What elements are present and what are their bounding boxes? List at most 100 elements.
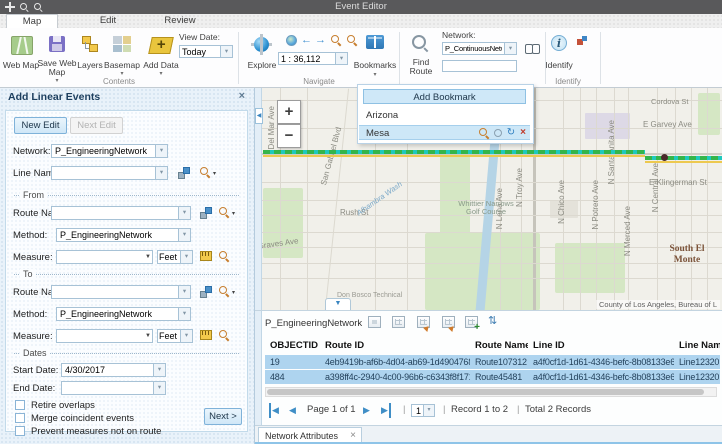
panel-close-icon[interactable]: × (239, 90, 245, 102)
scale-caret-icon[interactable]: ▾ (335, 52, 348, 65)
identify-marker-icon[interactable] (577, 36, 587, 46)
retire-overlaps-checkbox[interactable] (15, 400, 25, 410)
add-bookmark-button[interactable]: Add Bookmark (363, 89, 526, 104)
tab-review[interactable]: Review (152, 14, 208, 28)
collapse-table-handle[interactable]: ▼ (325, 298, 351, 310)
related-tables-icon[interactable] (442, 316, 455, 328)
tab-map[interactable]: Map (6, 14, 58, 28)
add-data-caret-icon[interactable]: ▾ (142, 70, 180, 77)
next-extent-icon[interactable]: → (315, 35, 326, 46)
related-records-icon[interactable] (417, 316, 430, 328)
sort-icon[interactable]: ⇅ (488, 315, 497, 327)
map-zoom-out-icon[interactable] (347, 35, 357, 45)
network-select[interactable] (442, 42, 505, 55)
zoom-to-measure-icon[interactable] (219, 330, 229, 340)
previous-page-button[interactable]: ◀ (289, 403, 296, 417)
bookmark-item-mesa[interactable]: Mesa ↻ × (359, 125, 530, 140)
zoom-options-caret-icon[interactable]: ▾ (232, 289, 235, 296)
measure-caret-icon[interactable]: ▼ (145, 333, 151, 339)
view-date-select[interactable] (179, 45, 221, 58)
add-to-selection-icon[interactable] (465, 316, 478, 328)
network-select[interactable] (51, 144, 156, 158)
tab-edit[interactable]: Edit (84, 14, 132, 28)
horizontal-scrollbar[interactable] (265, 387, 717, 397)
prevent-measures-checkbox[interactable] (15, 426, 25, 436)
update-bookmark-icon[interactable]: ↻ (507, 128, 515, 138)
collapse-panel-handle[interactable]: ◀ (255, 108, 263, 124)
measure-ruler-icon[interactable] (200, 330, 212, 340)
to-unit-select[interactable] (157, 329, 181, 343)
from-unit-caret-icon[interactable]: ▾ (180, 250, 193, 264)
end-date-caret-icon[interactable]: ▾ (153, 381, 166, 395)
to-unit-caret-icon[interactable]: ▾ (180, 329, 193, 343)
binoculars-icon[interactable] (525, 44, 540, 53)
from-method-caret-icon[interactable]: ▾ (178, 228, 191, 242)
end-date-input[interactable] (61, 381, 154, 395)
add-data-icon (148, 37, 174, 54)
next-button[interactable]: Next > (204, 408, 242, 425)
previous-extent-icon[interactable]: ← (301, 35, 312, 46)
column-header[interactable]: Line ID (528, 339, 674, 353)
full-extent-icon[interactable] (286, 35, 297, 46)
table-row[interactable]: 19 4eb9419b-af6b-4d04-ab69-1d490476802b … (265, 355, 720, 369)
to-route-name-input[interactable] (51, 285, 179, 299)
to-method-select[interactable] (56, 307, 179, 321)
column-header[interactable]: Route ID (320, 339, 470, 353)
next-page-button[interactable]: ▶ (363, 403, 370, 417)
route-point-marker[interactable] (661, 154, 668, 161)
to-measure-input[interactable] (56, 329, 153, 343)
basemap-caret-icon[interactable]: ▾ (103, 70, 141, 77)
bookmark-item-arizona[interactable]: Arizona (359, 108, 530, 123)
from-measure-input[interactable] (56, 250, 153, 264)
start-date-caret-icon[interactable]: ▾ (153, 363, 166, 377)
map-zoom-out-button[interactable]: − (277, 124, 301, 148)
column-header[interactable]: Line Name (674, 339, 720, 353)
to-method-caret-icon[interactable]: ▾ (178, 307, 191, 321)
route-underlay (263, 155, 645, 157)
from-route-name-input[interactable] (51, 206, 179, 220)
measure-ruler-icon[interactable] (200, 251, 212, 261)
select-route-on-map-icon[interactable] (200, 286, 212, 297)
first-page-button[interactable]: ◀ (269, 403, 279, 418)
column-header[interactable]: Route Name (470, 339, 528, 353)
start-date-input[interactable] (61, 363, 154, 377)
page-select-caret-icon[interactable]: ▾ (423, 405, 434, 416)
from-route-caret-icon[interactable]: ▾ (178, 206, 191, 220)
page-select[interactable]: 1▾ (411, 404, 435, 417)
new-edit-button[interactable]: New Edit (14, 117, 67, 134)
map-zoom-in-icon[interactable] (331, 35, 341, 45)
zoom-options-caret-icon[interactable]: ▾ (232, 210, 235, 217)
network-caret-icon[interactable]: ▾ (155, 144, 168, 158)
measure-caret-icon[interactable]: ▼ (145, 254, 151, 260)
zoom-to-route-icon[interactable] (219, 286, 229, 296)
zoom-options-caret-icon[interactable]: ▾ (213, 170, 216, 177)
line-name-caret-icon[interactable]: ▾ (155, 166, 168, 180)
delete-bookmark-icon[interactable]: × (520, 128, 526, 138)
pan-to-bookmark-icon[interactable] (494, 129, 502, 137)
selected-route-line[interactable] (263, 150, 645, 154)
scale-input[interactable] (278, 52, 336, 65)
table-row[interactable]: 484 a398ff4c-2940-4c00-96b6-c6343f8f1711… (265, 370, 720, 384)
map-zoom-in-button[interactable]: + (277, 100, 301, 124)
scrollbar-thumb[interactable] (267, 389, 704, 395)
next-edit-button[interactable]: Next Edit (70, 117, 123, 134)
table-options-icon[interactable] (368, 316, 381, 328)
merge-coincident-checkbox[interactable] (15, 413, 25, 423)
select-line-on-map-icon[interactable] (178, 167, 190, 178)
zoom-to-bookmark-icon[interactable] (479, 128, 489, 138)
network-caret-icon[interactable]: ▾ (504, 42, 517, 55)
zoom-to-route-icon[interactable] (219, 207, 229, 217)
column-header[interactable]: OBJECTID (265, 339, 320, 353)
to-route-caret-icon[interactable]: ▾ (178, 285, 191, 299)
show-table-icon[interactable] (392, 316, 405, 328)
select-route-on-map-icon[interactable] (200, 207, 212, 218)
find-route-input[interactable] (442, 60, 517, 72)
from-method-select[interactable] (56, 228, 179, 242)
zoom-to-line-icon[interactable] (200, 167, 210, 177)
from-unit-select[interactable] (157, 250, 181, 264)
zoom-to-measure-icon[interactable] (219, 251, 229, 261)
view-date-caret-icon[interactable]: ▾ (220, 45, 233, 58)
last-page-button[interactable]: ▶ (381, 403, 391, 418)
selected-route-line[interactable] (645, 156, 722, 160)
line-name-input[interactable] (51, 166, 156, 180)
